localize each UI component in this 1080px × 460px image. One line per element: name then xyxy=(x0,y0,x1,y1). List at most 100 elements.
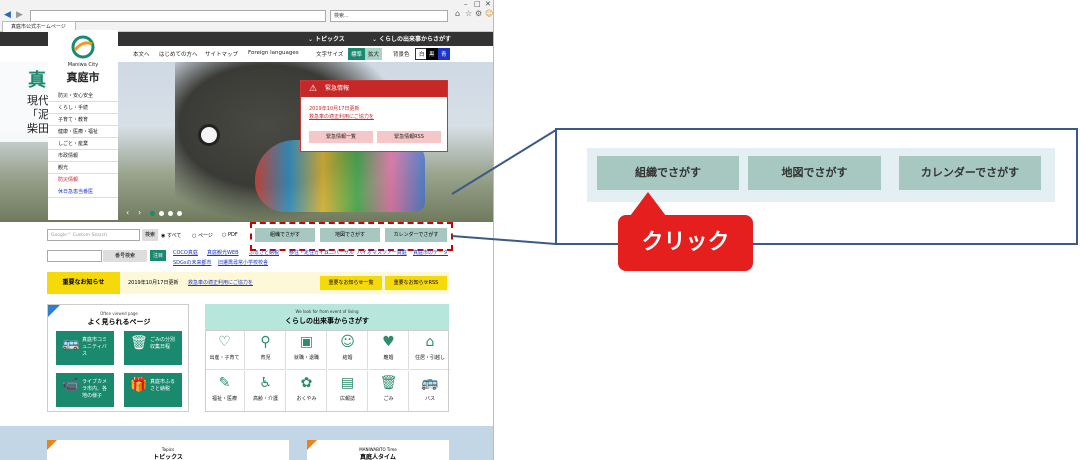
menu-item-emergency-doctor[interactable]: 休日急患当番医 xyxy=(48,186,118,198)
slide-dot[interactable] xyxy=(177,211,182,216)
event-newsletter[interactable]: ▤ 広報誌 xyxy=(328,371,368,411)
attention-link[interactable]: COCO真庭 xyxy=(173,249,198,256)
browser-search-input[interactable]: 検索... xyxy=(330,10,448,22)
menu-item-work[interactable]: しごと・産業 xyxy=(48,138,118,150)
warning-icon: ⚠ xyxy=(309,84,318,94)
slide-next-icon[interactable]: › xyxy=(138,208,141,217)
emergency-link[interactable]: 救急車の適正利用にご協力を xyxy=(309,113,374,120)
number-search-input[interactable] xyxy=(47,250,102,262)
event-condolence[interactable]: ✿ おくやみ xyxy=(287,371,327,411)
home-icon[interactable]: ⌂ xyxy=(455,9,460,18)
attention-link[interactable]: 旧遷喬尋常小学校校舎 xyxy=(218,259,268,266)
event-childcare[interactable]: ⚲ 育児 xyxy=(246,330,286,370)
emergency-list-button[interactable]: 緊急情報一覧 xyxy=(309,131,373,143)
attention-link[interactable]: 移住・定住ガイド xyxy=(289,249,329,256)
slide-dot[interactable] xyxy=(150,211,155,216)
menu-item-childcare[interactable]: 子育て・教育 xyxy=(48,114,118,126)
font-large-button[interactable]: 拡大 xyxy=(365,48,383,60)
find-by-calendar-button[interactable]: カレンダーでさがす xyxy=(385,228,447,242)
emergency-header: ⚠ 緊急情報 xyxy=(301,81,447,97)
notice-rss-button[interactable]: 重要なお知らせRSS xyxy=(385,276,447,290)
callout-connector xyxy=(451,129,557,245)
menu-item-tourism[interactable]: 観光 xyxy=(48,162,118,174)
find-by-map-button[interactable]: 地図でさがす xyxy=(320,228,380,242)
attention-link[interactable]: 真庭市のデータ xyxy=(413,249,448,256)
menu-item-health[interactable]: 健康・医療・福祉 xyxy=(48,126,118,138)
event-birth[interactable]: ♡ 出産・子育て xyxy=(205,330,245,370)
gear-icon[interactable]: ⚙ xyxy=(475,9,482,18)
close-icon[interactable]: ✕ xyxy=(485,0,491,8)
topics-ja: トピックス xyxy=(153,454,183,460)
slide-dot[interactable] xyxy=(168,211,173,216)
attention-link[interactable]: バイオマスツアー真庭 xyxy=(357,249,407,256)
find-by-organization-button[interactable]: 組織でさがす xyxy=(255,228,315,242)
event-garbage[interactable]: 🗑 ごみ xyxy=(369,371,409,411)
smiley-icon[interactable]: ☺ xyxy=(485,9,493,18)
popular-pages-panel: Often viewed page よく見られるページ 🚌 真庭市コミュニティバス… xyxy=(47,304,189,412)
tile-live-camera[interactable]: 📹 ライブカメラ市内、各地の様子 xyxy=(56,373,114,407)
link-main-content[interactable]: 本文へ xyxy=(133,50,150,58)
back-icon[interactable]: ◀ xyxy=(4,10,11,20)
topics-nav-link[interactable]: ⌄ トピックス xyxy=(308,34,345,43)
elderly-icon: ♿ xyxy=(259,375,272,391)
event-elderly[interactable]: ♿ 高齢・介護 xyxy=(246,371,286,411)
radio-pdf[interactable]: ○ PDF xyxy=(222,232,238,238)
site-search-input[interactable]: Google™ Custom Search xyxy=(47,229,140,241)
event-medical[interactable]: ✎ 福祉・医療 xyxy=(205,371,245,411)
event-moving[interactable]: ⌂ 住居・引越し xyxy=(410,330,450,370)
attention-link[interactable]: SDGsの未来都市 xyxy=(173,259,212,266)
attention-link[interactable]: ユニバーサル xyxy=(324,249,354,256)
tile-hometown-tax[interactable]: 🎁 真庭市ふるさと納税 xyxy=(124,373,182,407)
attention-link[interactable]: 真庭観光WEB xyxy=(207,249,239,256)
link-sitemap[interactable]: サイトマップ xyxy=(205,50,238,58)
notice-link[interactable]: 救急車の適正利用にご協力を xyxy=(188,279,253,286)
number-search-button[interactable]: 番号検索 xyxy=(103,250,147,262)
bg-black-button[interactable]: 黒 xyxy=(426,48,438,60)
house-icon: ⌂ xyxy=(425,334,435,350)
logo-en: Maniwa City xyxy=(67,62,99,68)
emergency-rss-button[interactable]: 緊急情報RSS xyxy=(377,131,441,143)
zoom-org-button[interactable]: 組織でさがす xyxy=(597,156,739,190)
topics-panel: Topics トピックス xyxy=(47,440,289,460)
site-logo[interactable]: Maniwa City 真庭市 xyxy=(48,30,118,90)
tile-community-bus[interactable]: 🚌 真庭市コミュニティバス xyxy=(56,331,114,365)
slide-prev-icon[interactable]: ‹ xyxy=(126,208,129,217)
site-search-button[interactable]: 検索 xyxy=(142,229,158,241)
life-events-ja: くらしの出来事からさがす xyxy=(285,317,369,325)
notice-list-button[interactable]: 重要なお知らせ一覧 xyxy=(320,276,382,290)
radio-all[interactable]: ◉ すべて xyxy=(161,232,181,239)
attention-link[interactable]: ふるさと納税 xyxy=(249,249,279,256)
notice-label: 重要なお知らせ xyxy=(47,272,120,294)
radio-page[interactable]: ○ ページ xyxy=(192,232,213,239)
trash-icon: 🗑 xyxy=(379,375,398,391)
link-foreign-languages[interactable]: Foreign languages xyxy=(248,50,299,56)
trash-icon: 🗑 xyxy=(130,335,148,351)
forward-icon[interactable]: ▶ xyxy=(16,10,23,20)
link-first-time[interactable]: はじめての方へ xyxy=(159,50,198,58)
bg-blue-button[interactable]: 青 xyxy=(438,48,450,60)
slide-dot[interactable] xyxy=(159,211,164,216)
life-events-en: We look for from event of living xyxy=(295,309,359,314)
zoom-map-button[interactable]: 地図でさがす xyxy=(748,156,881,190)
event-marriage[interactable]: ☺ 結婚 xyxy=(328,330,368,370)
menu-item-disaster[interactable]: 防災・安心安全 xyxy=(48,90,118,102)
zoom-calendar-button[interactable]: カレンダーでさがす xyxy=(899,156,1041,190)
star-icon[interactable]: ☆ xyxy=(465,9,472,18)
event-bus[interactable]: 🚌 バス xyxy=(410,371,450,411)
website-screenshot: ◀ ▶ 検索... ⌂ ☆ ⚙ ☺ 真庭市公式ホームページ – □ ✕ ⌄ トピ… xyxy=(0,0,494,460)
bottle-icon: ⚲ xyxy=(260,334,271,350)
hero-title: 真 xyxy=(28,70,46,91)
menu-item-living[interactable]: くらし・手続 xyxy=(48,102,118,114)
font-standard-button[interactable]: 標準 xyxy=(348,48,366,60)
emergency-title: 緊急情報 xyxy=(325,85,350,92)
maximize-icon[interactable]: □ xyxy=(474,0,481,8)
browser-chrome: ◀ ▶ 検索... ⌂ ☆ ⚙ ☺ 真庭市公式ホームページ – □ ✕ xyxy=(0,0,493,32)
tile-garbage-schedule[interactable]: 🗑 ごみの分別収集日程 xyxy=(124,331,182,365)
emergency-panel: ⚠ 緊急情報 2019年10月17日更新 救急車の適正利用にご協力を 緊急情報一… xyxy=(300,80,448,152)
menu-item-disaster-info[interactable]: 防災情報 xyxy=(48,174,118,186)
events-nav-link[interactable]: ⌄ くらしの出来事からさがす xyxy=(372,34,451,43)
event-employment[interactable]: ▣ 就職・退職 xyxy=(287,330,327,370)
event-divorce[interactable]: ♥ 離婚 xyxy=(369,330,409,370)
menu-item-city-info[interactable]: 市政情報 xyxy=(48,150,118,162)
minimize-icon[interactable]: – xyxy=(464,0,468,8)
